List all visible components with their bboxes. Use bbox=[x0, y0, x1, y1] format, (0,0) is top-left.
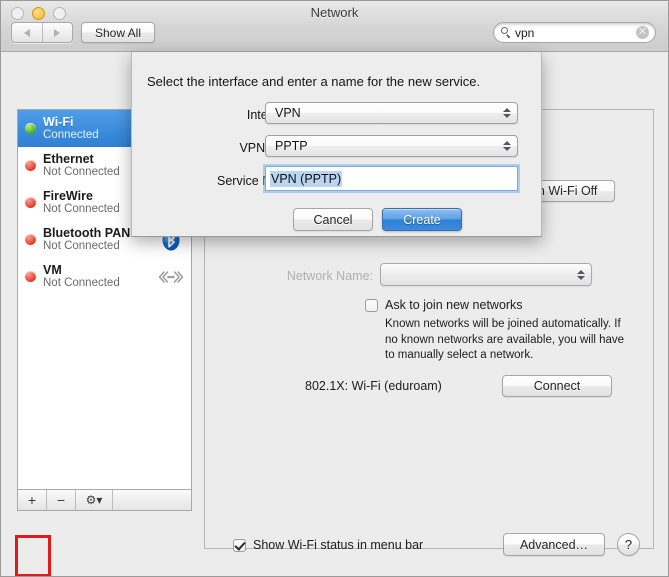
show-wifi-status-label: Show Wi-Fi status in menu bar bbox=[253, 538, 424, 552]
network-name-popup[interactable] bbox=[380, 263, 592, 286]
status-dot-red-icon bbox=[25, 160, 36, 171]
interface-popup-button[interactable]: VPN bbox=[265, 102, 518, 124]
show-all-button[interactable]: Show All bbox=[81, 22, 155, 43]
forward-button[interactable] bbox=[43, 23, 73, 42]
new-service-sheet: Select the interface and enter a name fo… bbox=[131, 52, 542, 237]
forward-arrow-icon bbox=[54, 28, 61, 37]
network-name-label: Network Name: bbox=[286, 269, 373, 283]
back-forward-segmented-control[interactable] bbox=[11, 22, 73, 43]
back-arrow-icon bbox=[23, 28, 30, 37]
service-status: Not Connected bbox=[43, 240, 120, 253]
advanced-button[interactable]: Advanced… bbox=[503, 533, 605, 556]
connect-button[interactable]: Connect bbox=[502, 375, 612, 397]
help-button[interactable]: ? bbox=[617, 533, 640, 556]
add-service-button[interactable]: + bbox=[18, 490, 47, 510]
checkbox-box-icon[interactable] bbox=[365, 299, 378, 312]
toolbar-filler bbox=[113, 490, 191, 510]
service-name-value[interactable]: VPN (PPTP) bbox=[270, 170, 343, 187]
status-dot-red-icon bbox=[25, 197, 36, 208]
ask-to-join-checkbox[interactable]: Ask to join new networks bbox=[365, 298, 523, 312]
window-titlebar: Network Show All vpn ✕ bbox=[1, 1, 668, 52]
network-preferences-window: Network Show All vpn ✕ Wi-Fi Connected E… bbox=[0, 0, 669, 577]
vpn-type-value: PPTP bbox=[275, 139, 308, 153]
create-button[interactable]: Create bbox=[382, 208, 462, 231]
remove-service-button[interactable]: − bbox=[47, 490, 76, 510]
status-dot-red-icon bbox=[25, 234, 36, 245]
search-icon bbox=[501, 27, 512, 39]
eight02-1x-label: 802.1X: Wi-Fi (eduroam) bbox=[305, 379, 442, 393]
checkbox-checked-icon[interactable] bbox=[233, 539, 246, 552]
ask-to-join-description: Known networks will be joined automatica… bbox=[385, 318, 625, 362]
interface-value: VPN bbox=[275, 106, 301, 120]
clear-search-icon[interactable]: ✕ bbox=[636, 26, 649, 39]
search-input-value[interactable]: vpn bbox=[515, 26, 636, 40]
sheet-title: Select the interface and enter a name fo… bbox=[147, 74, 481, 89]
vm-icon bbox=[157, 269, 185, 285]
service-list-toolbar[interactable]: + − ⚙▾ bbox=[17, 489, 192, 511]
chevron-updown-icon bbox=[577, 267, 585, 283]
service-row-vm[interactable]: VM Not Connected bbox=[18, 258, 191, 295]
cancel-button[interactable]: Cancel bbox=[293, 208, 373, 231]
status-dot-red-icon bbox=[25, 271, 36, 282]
add-button-highlight-annotation bbox=[15, 535, 51, 576]
service-name: VM bbox=[43, 262, 62, 277]
search-field[interactable]: vpn ✕ bbox=[493, 22, 656, 43]
back-button[interactable] bbox=[12, 23, 43, 42]
status-dot-green-icon bbox=[25, 123, 36, 134]
service-name-input[interactable]: VPN (PPTP) bbox=[265, 166, 518, 191]
gear-icon[interactable]: ⚙▾ bbox=[76, 490, 113, 510]
ask-to-join-label: Ask to join new networks bbox=[385, 298, 523, 312]
vpn-type-popup-button[interactable]: PPTP bbox=[265, 135, 518, 157]
show-wifi-status-checkbox[interactable]: Show Wi-Fi status in menu bar bbox=[233, 538, 423, 552]
window-title: Network bbox=[310, 5, 359, 20]
chevron-updown-icon bbox=[503, 138, 511, 154]
chevron-updown-icon bbox=[503, 105, 511, 121]
service-status: Not Connected bbox=[43, 277, 120, 290]
